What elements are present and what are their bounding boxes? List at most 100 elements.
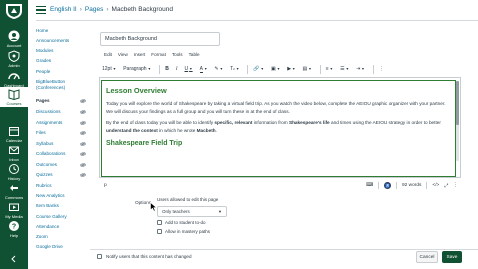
breadcrumb-separator: › [79, 6, 82, 13]
paragraph-style-dropdown[interactable]: Paragraph ▼ [121, 63, 153, 75]
breadcrumb-separator: › [106, 6, 109, 13]
footer-divider [90, 249, 478, 250]
document-icon[interactable]: ▤ ▼ [301, 63, 314, 75]
course-nav-item[interactable]: Attendance [36, 224, 88, 230]
course-nav-item[interactable]: Rubrics [36, 183, 88, 189]
breadcrumb-course[interactable]: English II [50, 6, 77, 13]
cancel-button[interactable]: Cancel [416, 251, 438, 263]
menu-table[interactable]: Table [189, 52, 200, 57]
global-navigation: Account Admin Dashboard Courses Calendar… [0, 0, 28, 269]
html-editor-icon[interactable]: </> [432, 183, 439, 188]
italic-icon[interactable]: I [174, 63, 180, 75]
admin-icon [7, 49, 21, 63]
course-nav-item[interactable]: Course Gallery [36, 214, 88, 220]
menu-edit[interactable]: Edit [104, 52, 112, 57]
accessibility-checker-icon[interactable]: ♿ [383, 182, 391, 189]
list-icon[interactable]: ☰ ▼ [338, 63, 351, 75]
rich-content-editor[interactable]: Lesson Overview Today you will explore t… [99, 77, 461, 178]
global-nav-calendar[interactable]: Calendar [0, 124, 28, 143]
resize-handle-icon[interactable]: ⋮ [453, 183, 458, 188]
page-title-input[interactable] [100, 32, 220, 46]
text-run: information from [252, 120, 289, 125]
indent-icon[interactable]: ⇥ ▼ [354, 63, 367, 75]
menu-view[interactable]: View [118, 52, 128, 57]
align-icon[interactable]: ≡ ▼ [324, 63, 335, 75]
hidden-eye-icon [80, 142, 86, 146]
content-heading-field-trip: Shakespeare Field Trip [106, 140, 183, 147]
add-to-todo-option[interactable]: Add to student to-do [157, 220, 206, 225]
my-media-icon [7, 200, 21, 214]
course-nav-item[interactable]: Zoom [36, 234, 88, 240]
commons-icon [7, 181, 21, 195]
course-nav-item[interactable]: BigBlueButton (Conferences) [36, 79, 88, 90]
element-path[interactable]: p [104, 183, 107, 188]
bold-text: specific, relevant [214, 120, 253, 125]
statusbar-divider [377, 182, 379, 189]
link-icon[interactable]: 🔗 ▼ [251, 63, 266, 75]
editor-scrollbar[interactable] [456, 81, 459, 161]
scrollbar-thumb[interactable] [456, 81, 459, 125]
options-label: Options [135, 200, 152, 205]
inbox-icon [7, 143, 21, 157]
global-nav-courses[interactable]: Courses [0, 87, 28, 107]
course-nav-item[interactable]: Google Drive [36, 244, 88, 250]
font-size-value: 12pt [102, 66, 112, 72]
course-nav-item[interactable]: People [36, 69, 88, 75]
notify-users-option[interactable]: Notify users that this content has chang… [97, 254, 192, 259]
global-nav-account[interactable]: Account [0, 29, 28, 48]
breadcrumb-pages[interactable]: Pages [85, 6, 103, 13]
toolbar-separator [159, 64, 161, 74]
bold-text: Macbeth [196, 127, 216, 133]
global-nav-inbox[interactable]: Inbox [0, 143, 28, 162]
text-run: By the end of class today you will be ab… [106, 120, 215, 125]
hidden-eye-icon [80, 173, 86, 177]
mastery-paths-checkbox[interactable] [157, 229, 162, 234]
statusbar-divider [426, 182, 428, 189]
global-nav-commons[interactable]: Commons [0, 181, 28, 200]
mouse-pointer-icon [150, 202, 158, 212]
hidden-eye-icon [80, 163, 86, 167]
calendar-icon [7, 124, 21, 138]
more-options-icon[interactable]: ⋮ [377, 63, 386, 75]
superscript-icon[interactable]: T 2 ▼ [228, 63, 241, 75]
toolbar-separator [372, 64, 374, 74]
highlight-icon[interactable]: ✎ ▼ [212, 63, 225, 75]
mastery-paths-option[interactable]: Allow in mastery paths [157, 229, 210, 234]
word-count[interactable]: 92 words [402, 183, 421, 188]
collapse-nav-button[interactable] [0, 255, 28, 263]
text-color-icon[interactable]: A ▼ [198, 63, 210, 75]
global-nav-my-media[interactable]: My Media [0, 200, 28, 219]
content-paragraph: By the end of class today you will be ab… [106, 119, 451, 134]
image-icon[interactable]: ▣ ▼ [269, 63, 282, 75]
font-size-dropdown[interactable]: 12pt ▼ [100, 63, 118, 75]
course-nav-item[interactable]: Home [36, 28, 88, 34]
toolbar-separator [247, 64, 249, 74]
editor-content-area[interactable]: Lesson Overview Today you will explore t… [101, 80, 456, 177]
add-to-todo-label: Add to student to-do [165, 220, 206, 225]
edit-permissions-select[interactable]: Only teachers ▼ [157, 206, 227, 217]
keyboard-shortcuts-icon[interactable]: ⌨ [366, 183, 373, 188]
underline-icon[interactable]: U ▼ [183, 63, 195, 75]
menu-insert[interactable]: Insert [134, 52, 146, 57]
notify-users-checkbox[interactable] [97, 254, 102, 259]
global-nav-help[interactable]: ? Help [0, 219, 28, 238]
course-nav-item[interactable]: New Analytics [36, 193, 88, 199]
global-nav-logo[interactable] [0, 2, 28, 20]
global-nav-history[interactable]: History [0, 162, 28, 181]
add-to-todo-checkbox[interactable] [157, 220, 162, 225]
bold-icon[interactable]: B [163, 63, 171, 75]
save-button[interactable]: Save [442, 251, 462, 263]
course-nav-item[interactable]: Announcements [36, 38, 88, 44]
global-nav-admin[interactable]: Admin [0, 49, 28, 68]
global-nav-dashboard[interactable]: Dashboard [0, 69, 28, 88]
mastery-paths-label: Allow in mastery paths [165, 229, 211, 234]
menu-tools[interactable]: Tools [172, 52, 183, 57]
menu-format[interactable]: Format [151, 52, 166, 57]
fullscreen-icon[interactable]: ⤢ [444, 183, 448, 189]
statusbar-divider [395, 182, 397, 189]
hamburger-menu-icon[interactable] [36, 6, 46, 15]
course-nav-item[interactable]: Grades [36, 58, 88, 64]
course-nav-item[interactable]: Item Banks [36, 203, 88, 209]
media-icon[interactable]: ▶ ▼ [285, 63, 297, 75]
course-nav-item[interactable]: Modules [36, 48, 88, 54]
